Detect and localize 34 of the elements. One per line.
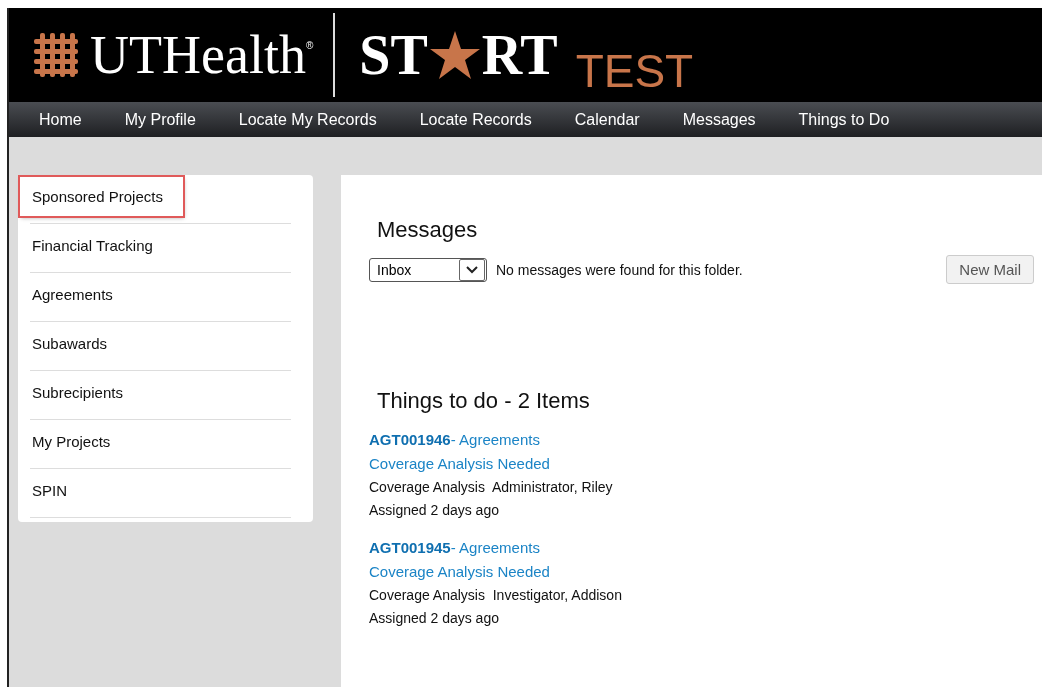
- org-name: UTHealth: [90, 28, 306, 83]
- nav-link[interactable]: Locate My Records: [238, 110, 398, 129]
- new-mail-button[interactable]: New Mail: [946, 255, 1034, 284]
- record-link[interactable]: AGT001945- Agreements: [369, 536, 1034, 560]
- folder-select[interactable]: Inbox: [369, 257, 487, 282]
- nav-link[interactable]: Home: [39, 110, 103, 129]
- sidebar-item[interactable]: SPIN: [20, 471, 87, 510]
- sidebar-item[interactable]: Financial Tracking: [20, 226, 173, 265]
- environment-label: TEST: [575, 48, 694, 95]
- section-title: Messages: [377, 217, 479, 243]
- sidebar-item[interactable]: Subawards: [20, 324, 128, 363]
- task-detail: Coverage Analysis Investigator, Addison: [369, 586, 623, 605]
- nav-link[interactable]: My Profile: [124, 110, 217, 129]
- section-title: Things to do - 2 Items: [377, 388, 591, 414]
- chevron-down-icon: [466, 265, 478, 274]
- nav-link[interactable]: Things to Do: [798, 110, 911, 129]
- nav-link[interactable]: Calendar: [574, 110, 661, 129]
- sidebar-item[interactable]: Agreements: [20, 275, 133, 314]
- sidebar-item[interactable]: Subrecipients: [20, 373, 143, 412]
- sidebar-item[interactable]: My Projects: [20, 422, 131, 461]
- assigned-time: Assigned 2 days ago: [369, 609, 500, 628]
- assigned-time: Assigned 2 days ago: [369, 501, 500, 520]
- nav-link[interactable]: Messages: [682, 110, 777, 129]
- task-link[interactable]: Coverage Analysis Needed: [369, 452, 1034, 476]
- task-link[interactable]: Coverage Analysis Needed: [369, 560, 1034, 584]
- record-link[interactable]: AGT001946- Agreements: [369, 428, 1034, 452]
- product-name-end: RT: [481, 27, 558, 84]
- product-name-start: ST: [359, 27, 428, 84]
- logo-icon: [32, 31, 80, 80]
- nav-link[interactable]: Locate Records: [419, 110, 553, 129]
- sidebar-item[interactable]: Sponsored Projects: [20, 177, 183, 216]
- status-message: No messages were found for this folder.: [496, 261, 744, 278]
- registered-mark: ®: [305, 40, 314, 51]
- task-detail: Coverage Analysis Administrator, Riley: [369, 478, 614, 497]
